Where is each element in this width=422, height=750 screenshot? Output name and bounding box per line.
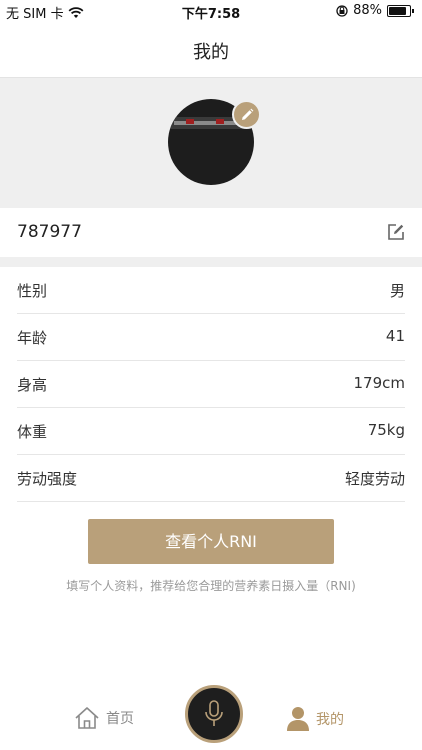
info-row-height[interactable]: 身高 179cm xyxy=(17,361,405,408)
info-label: 年龄 xyxy=(17,329,48,347)
status-bar: 无 SIM 卡 下午7:58 88% xyxy=(0,0,422,22)
info-value: 轻度劳动 xyxy=(344,470,405,488)
user-id: 787977 xyxy=(17,222,82,242)
info-row-weight[interactable]: 体重 75kg xyxy=(17,408,405,455)
battery-icon xyxy=(387,4,411,17)
rni-hint: 填写个人资料，推荐给您合理的营养素日摄入量（RNI) xyxy=(66,579,356,593)
battery-cap xyxy=(412,8,414,13)
info-label: 劳动强度 xyxy=(17,470,78,488)
location-lock-icon xyxy=(336,4,348,17)
microphone-icon xyxy=(205,700,223,726)
edit-avatar-button[interactable] xyxy=(232,100,261,129)
tab-mine-label: 我的 xyxy=(316,712,344,728)
avatar-section xyxy=(0,78,422,208)
info-row-age[interactable]: 年龄 41 xyxy=(17,314,405,361)
info-label: 性别 xyxy=(17,282,48,300)
voice-input-button[interactable] xyxy=(185,685,243,743)
battery-percent: 88% xyxy=(353,3,382,18)
battery-fill xyxy=(389,6,406,15)
avatar-photo-detail xyxy=(216,119,224,124)
avatar-photo-detail xyxy=(186,119,194,124)
info-label: 身高 xyxy=(17,376,48,394)
page-title: 我的 xyxy=(193,42,229,63)
info-value: 男 xyxy=(389,282,405,300)
info-row-gender[interactable]: 性别 男 xyxy=(17,267,405,314)
info-row-labor-intensity[interactable]: 劳动强度 轻度劳动 xyxy=(17,455,405,502)
home-icon xyxy=(75,707,99,729)
tab-bar: 首页 我的 xyxy=(0,685,422,750)
pencil-icon xyxy=(241,108,253,120)
view-rni-button[interactable]: 查看个人RNI xyxy=(88,519,334,564)
edit-square-icon[interactable] xyxy=(386,222,406,242)
tab-home-label: 首页 xyxy=(106,711,134,727)
section-divider xyxy=(0,257,422,267)
nav-bar: 我的 xyxy=(0,22,422,78)
profile-info-list: 性别 男 年龄 41 身高 179cm 体重 75kg 劳动强度 轻度劳动 xyxy=(0,267,422,502)
info-value: 75kg xyxy=(367,421,405,439)
info-value: 179cm xyxy=(353,374,406,392)
person-icon xyxy=(287,707,309,731)
user-id-row[interactable]: 787977 xyxy=(0,208,422,257)
tab-home[interactable]: 首页 xyxy=(74,706,134,730)
info-value: 41 xyxy=(385,327,405,345)
tab-mine[interactable]: 我的 xyxy=(286,706,344,732)
status-right: 88% xyxy=(336,3,414,18)
info-label: 体重 xyxy=(17,423,48,441)
